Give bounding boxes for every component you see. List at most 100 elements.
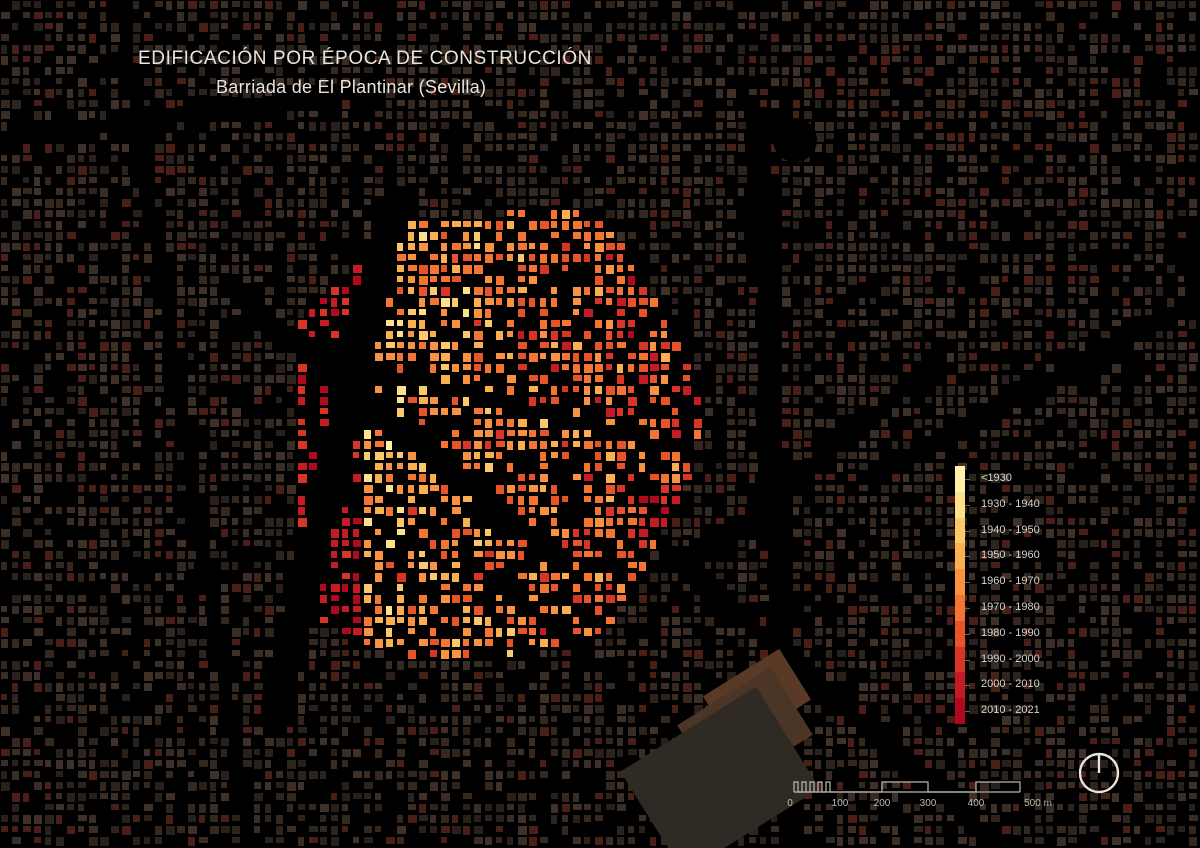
context-building: [815, 210, 823, 218]
context-building: [111, 507, 119, 516]
context-building: [903, 353, 909, 359]
context-building: [1, 177, 7, 185]
context-building: [1123, 144, 1131, 151]
context-building: [1068, 199, 1077, 206]
context-building: [1, 254, 8, 261]
context-building: [67, 1, 75, 7]
study-building: [419, 397, 428, 404]
context-building: [78, 639, 87, 647]
context-building: [837, 837, 843, 846]
context-building: [639, 650, 647, 656]
context-building: [386, 705, 392, 712]
context-building: [738, 639, 744, 647]
context-building: [463, 144, 472, 153]
context-building: [320, 177, 326, 186]
context-building: [67, 309, 73, 317]
context-building: [837, 265, 844, 274]
context-building: [507, 815, 514, 822]
study-building: [430, 265, 439, 274]
context-building: [815, 749, 822, 755]
context-building: [661, 672, 670, 678]
context-building: [1145, 155, 1151, 161]
context-building: [518, 188, 526, 196]
context-building: [408, 782, 417, 790]
context-building: [67, 562, 73, 571]
context-building: [111, 331, 119, 338]
context-building: [804, 749, 813, 755]
context-building: [23, 507, 31, 513]
context-building: [474, 738, 481, 747]
context-building: [826, 749, 832, 757]
context-building: [925, 276, 931, 282]
context-building: [67, 331, 73, 340]
context-building: [1134, 342, 1143, 350]
context-building: [694, 265, 702, 274]
context-building: [551, 199, 560, 205]
context-building: [1057, 738, 1065, 745]
context-building: [639, 78, 645, 86]
context-building: [991, 342, 1000, 351]
context-building: [738, 276, 746, 282]
context-building: [859, 683, 868, 691]
context-building: [397, 837, 404, 844]
context-building: [1189, 705, 1195, 713]
context-building: [56, 463, 62, 472]
context-building: [584, 749, 593, 756]
context-building: [144, 298, 153, 307]
context-building: [969, 309, 975, 318]
context-building: [991, 89, 998, 96]
context-building: [892, 287, 899, 294]
context-building: [815, 826, 823, 832]
context-building: [397, 177, 405, 186]
context-building: [936, 826, 942, 833]
context-building: [947, 309, 955, 318]
context-building: [859, 496, 867, 503]
context-building: [815, 265, 823, 272]
study-building: [573, 298, 581, 305]
context-building: [155, 1, 163, 7]
context-building: [375, 771, 383, 780]
context-building: [111, 78, 118, 84]
context-building: [34, 617, 43, 623]
context-building: [562, 760, 568, 767]
context-building: [1123, 683, 1129, 692]
context-building: [815, 1, 822, 7]
context-building: [639, 144, 647, 150]
context-building: [111, 540, 117, 547]
context-building: [859, 353, 867, 361]
context-building: [1167, 111, 1175, 119]
context-building: [738, 56, 744, 64]
context-building: [848, 749, 855, 757]
context-building: [1156, 430, 1162, 436]
context-building: [540, 771, 548, 778]
study-building: [452, 342, 458, 350]
context-building: [430, 34, 439, 42]
context-building: [826, 738, 833, 746]
context-building: [496, 672, 503, 678]
context-building: [155, 342, 162, 348]
context-building: [705, 34, 713, 42]
context-building: [1112, 628, 1121, 637]
context-building: [1, 342, 8, 348]
context-building: [661, 111, 670, 118]
study-building: [628, 265, 634, 271]
context-building: [892, 144, 900, 153]
context-building: [331, 210, 338, 217]
context-building: [672, 111, 678, 119]
context-building: [56, 166, 62, 174]
context-building: [166, 474, 172, 481]
context-building: [529, 122, 537, 131]
context-building: [815, 166, 824, 175]
context-building: [375, 826, 381, 832]
context-building: [661, 265, 667, 272]
context-building: [1046, 67, 1053, 74]
context-building: [56, 243, 62, 252]
study-building: [452, 430, 459, 437]
context-building: [441, 23, 448, 30]
context-building: [419, 122, 427, 130]
study-building: [452, 298, 458, 307]
context-building: [947, 265, 955, 272]
context-building: [914, 815, 923, 823]
context-building: [232, 496, 239, 503]
context-building: [859, 617, 865, 624]
